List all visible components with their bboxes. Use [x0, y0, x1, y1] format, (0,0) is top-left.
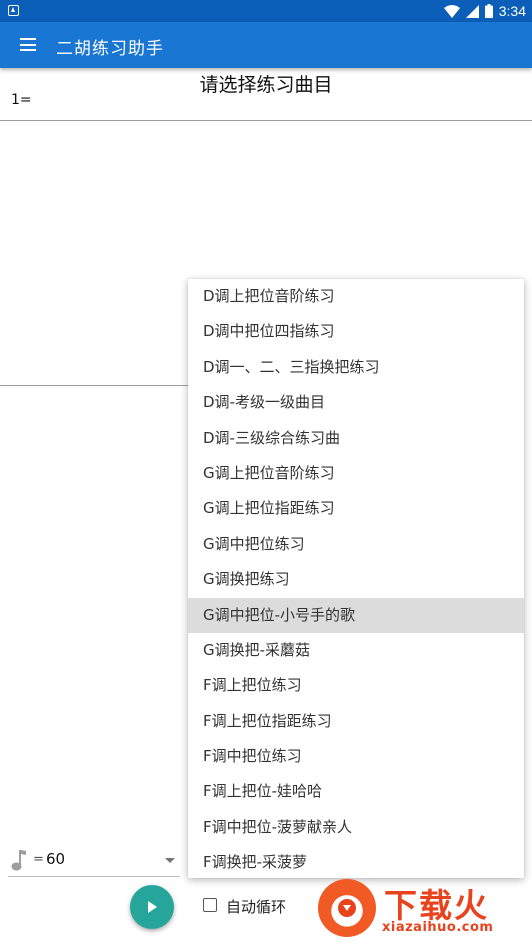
song-dropdown-menu: D调上把位音阶练习 D调中把位四指练习 D调一、二、三指换把练习 D调-考级一级…: [188, 279, 524, 878]
dropdown-item[interactable]: G调换把-采蘑菇: [188, 633, 524, 668]
dropdown-item[interactable]: G调中把位练习: [188, 527, 524, 562]
dropdown-item[interactable]: F调上把位指距练习: [188, 704, 524, 739]
clock: 3:34: [498, 3, 526, 19]
app-bar: 二胡练习助手: [0, 22, 532, 68]
dropdown-item[interactable]: F调中把位练习: [188, 739, 524, 774]
dropdown-item[interactable]: F调上把位-娃哈哈: [188, 774, 524, 809]
tempo-spinner[interactable]: = 60: [8, 846, 180, 877]
battery-icon: [484, 4, 493, 18]
tempo-value: 60: [46, 850, 66, 868]
play-button[interactable]: [130, 885, 174, 929]
watermark-domain: xiazaihuo.com: [382, 920, 494, 935]
dropdown-item-selected[interactable]: G调中把位-小号手的歌: [188, 597, 524, 633]
dropdown-item[interactable]: D调-三级综合练习曲: [188, 421, 524, 456]
key-signature-label: 1=: [11, 92, 32, 108]
dropdown-item[interactable]: F调上把位练习: [188, 668, 524, 703]
auto-loop-label[interactable]: 自动循环: [226, 896, 286, 917]
hamburger-menu-icon[interactable]: [20, 38, 36, 51]
auto-loop-checkbox[interactable]: [203, 898, 217, 912]
dropdown-item[interactable]: D调上把位音阶练习: [188, 279, 524, 314]
score-divider-top: [0, 120, 532, 121]
music-note-icon: [11, 850, 26, 871]
app-title: 二胡练习助手: [56, 39, 164, 59]
score-divider-bottom: [0, 385, 190, 386]
watermark-logo: 下载火 xiazaihuo.com: [316, 877, 528, 941]
chevron-down-icon: [165, 858, 175, 863]
play-icon: [148, 901, 157, 913]
status-bar: 3:34: [0, 0, 532, 22]
wifi-icon: [443, 4, 460, 18]
dropdown-item[interactable]: D调-考级一级曲目: [188, 385, 524, 420]
dropdown-item[interactable]: F调中把位-菠萝献亲人: [188, 810, 524, 845]
notification-icon: [8, 5, 19, 16]
dropdown-item[interactable]: G调换把练习: [188, 562, 524, 597]
signal-icon: [465, 4, 479, 18]
dropdown-item[interactable]: D调一、二、三指换把练习: [188, 350, 524, 385]
dropdown-item[interactable]: F调换把-采菠萝: [188, 845, 524, 878]
dropdown-item[interactable]: G调上把位音阶练习: [188, 456, 524, 491]
tempo-equals: =: [33, 852, 44, 867]
score-title: 请选择练习曲目: [199, 74, 333, 96]
download-icon: [338, 899, 356, 917]
dropdown-item[interactable]: D调中把位四指练习: [188, 314, 524, 349]
dropdown-item[interactable]: G调上把位指距练习: [188, 491, 524, 526]
